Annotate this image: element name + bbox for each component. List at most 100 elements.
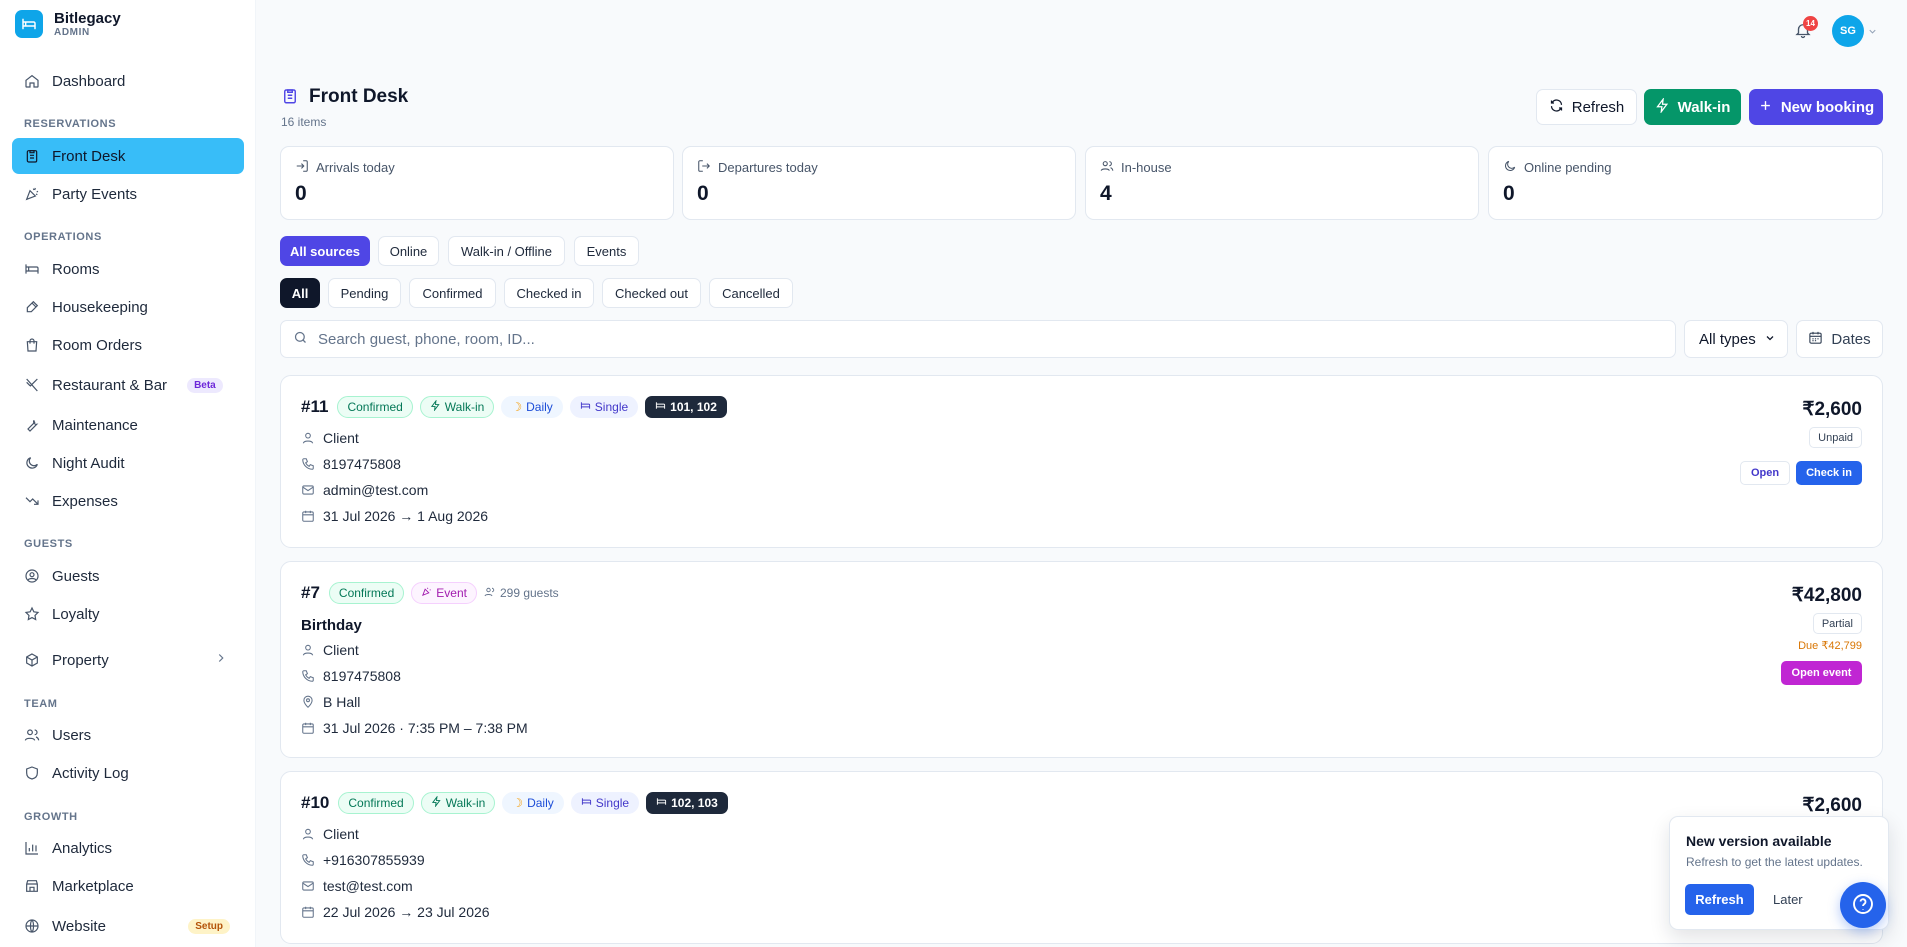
star-icon (24, 606, 40, 622)
sidebar-item-marketplace[interactable]: Marketplace (12, 868, 244, 904)
status-pending[interactable]: Pending (328, 278, 401, 308)
filter-online[interactable]: Online (378, 236, 439, 266)
guest-count: 299 guests (484, 586, 559, 601)
sidebar-item-room-orders[interactable]: Room Orders (12, 327, 244, 363)
venue-line: B Hall (301, 694, 360, 710)
sidebar-item-loyalty[interactable]: Loyalty (12, 596, 244, 632)
rooms-label: 101, 102 (670, 400, 717, 414)
plan-label: Daily (526, 400, 553, 414)
status-badge: Confirmed (328, 582, 405, 604)
help-button[interactable] (1840, 882, 1886, 928)
new-booking-button[interactable]: New booking (1749, 89, 1883, 125)
status-badge: Confirmed (338, 792, 414, 814)
chevron-down-icon[interactable] (1867, 24, 1878, 40)
filter-walk-in-offline[interactable]: Walk-in / Offline (448, 236, 565, 266)
sidebar-item-activity-log[interactable]: Activity Log (12, 755, 244, 791)
sidebar-item-dashboard[interactable]: Dashboard (12, 63, 244, 99)
sidebar-item-night-audit[interactable]: Night Audit (12, 445, 244, 481)
filter-all-sources[interactable]: All sources (280, 236, 370, 266)
sidebar-item-maintenance[interactable]: Maintenance (12, 407, 244, 443)
chevron-down-icon (1764, 331, 1776, 348)
dates-line: 31 Jul 2026 → 1 Aug 2026 (301, 508, 488, 524)
open-button[interactable]: Open (1740, 461, 1790, 485)
user-circle-icon (24, 568, 40, 584)
phone-icon (301, 853, 315, 867)
new-booking-label: New booking (1780, 98, 1875, 116)
sidebar-item-front-desk[interactable]: Front Desk (12, 138, 244, 174)
guest-line: Client (301, 826, 359, 842)
sidebar-item-users[interactable]: Users (12, 717, 244, 753)
booking-card[interactable]: #11 Confirmed Walk-in ☽ Daily Single 101,… (280, 375, 1883, 548)
sidebar-item-website[interactable]: Website Setup (12, 908, 244, 944)
sidebar-item-analytics[interactable]: Analytics (12, 830, 244, 866)
brand[interactable]: Bitlegacy ADMIN (15, 10, 121, 38)
sidebar-item-party-events[interactable]: Party Events (12, 176, 244, 212)
moon-icon: ☽ (512, 796, 524, 810)
zap-icon (431, 795, 442, 810)
booking-amount: ₹2,600 (1802, 795, 1862, 816)
booking-card[interactable]: #7 Confirmed Event 299 guests Birthday C… (280, 561, 1883, 758)
status-confirmed[interactable]: Confirmed (409, 278, 496, 308)
type-select[interactable]: All types (1684, 320, 1788, 358)
phone-line: +916307855939 (301, 852, 425, 868)
stat-departures: Departures today 0 (682, 146, 1076, 220)
source-label: Event (436, 586, 467, 600)
avatar[interactable]: SG (1832, 15, 1864, 47)
sidebar-item-housekeeping[interactable]: Housekeeping (12, 289, 244, 325)
status-checked-in[interactable]: Checked in (504, 278, 594, 308)
phone-line: 8197475808 (301, 668, 401, 684)
filter-events[interactable]: Events (574, 236, 639, 266)
stat-value: 0 (295, 182, 307, 205)
search-input[interactable] (318, 330, 1618, 348)
booking-id: #11 (301, 397, 329, 416)
sidebar-item-restaurant-bar[interactable]: Restaurant & Bar Beta (12, 367, 244, 403)
sidebar-item-label: Website (52, 917, 106, 935)
party-popper-icon (24, 186, 40, 202)
page-header: Front Desk (281, 86, 408, 108)
zap-icon (430, 399, 441, 414)
toast-later-button[interactable]: Later (1773, 884, 1803, 915)
booking-amount: ₹2,600 (1802, 399, 1862, 420)
dates-button[interactable]: Dates (1796, 320, 1883, 358)
section-team: TEAM (24, 698, 58, 710)
event-name: Birthday (301, 617, 362, 634)
page-title: Front Desk (309, 86, 409, 107)
booking-dates: 31 Jul 2026 → 1 Aug 2026 (323, 508, 489, 524)
sidebar-item-label: Room Orders (52, 336, 143, 354)
stat-label: Online pending (1524, 160, 1612, 175)
guest-name: Client (323, 642, 359, 658)
bed-logo-icon (15, 10, 43, 38)
amount-due: Due ₹42,799 (1798, 640, 1862, 652)
sidebar-item-rooms[interactable]: Rooms (12, 251, 244, 287)
mail-icon (301, 879, 315, 893)
brush-icon (24, 299, 40, 315)
sidebar-item-property[interactable]: Property (12, 642, 244, 678)
dates-line: 22 Jul 2026 → 23 Jul 2026 (301, 904, 490, 920)
refresh-button[interactable]: Refresh (1536, 89, 1637, 125)
search-bar (280, 320, 1676, 358)
user-icon (301, 827, 315, 841)
toast-refresh-button[interactable]: Refresh (1685, 884, 1754, 915)
check-in-button[interactable]: Check in (1796, 461, 1862, 485)
status-checked-out[interactable]: Checked out (602, 278, 701, 308)
walk-in-button[interactable]: Walk-in (1644, 89, 1741, 125)
type-select-value: All types (1699, 330, 1756, 348)
sidebar-item-label: Maintenance (52, 416, 138, 434)
booking-card[interactable]: #10 Confirmed Walk-in ☽ Daily Single 102,… (280, 771, 1883, 944)
guest-phone: 8197475808 (323, 456, 401, 472)
phone-line: 8197475808 (301, 456, 401, 472)
users-icon (484, 586, 496, 601)
status-all[interactable]: All (280, 278, 320, 308)
sidebar-item-expenses[interactable]: Expenses (12, 483, 244, 519)
sidebar-item-guests[interactable]: Guests (12, 558, 244, 594)
section-reservations: RESERVATIONS (24, 118, 117, 130)
status-cancelled[interactable]: Cancelled (709, 278, 793, 308)
globe-icon (24, 918, 40, 934)
open-event-button[interactable]: Open event (1781, 661, 1862, 685)
sidebar-item-label: Loyalty (52, 605, 100, 623)
stat-arrivals: Arrivals today 0 (280, 146, 674, 220)
section-growth: GROWTH (24, 811, 78, 823)
item-count: 16 items (281, 115, 327, 129)
package-icon (24, 652, 40, 668)
rooms-badge: 101, 102 (645, 396, 727, 418)
